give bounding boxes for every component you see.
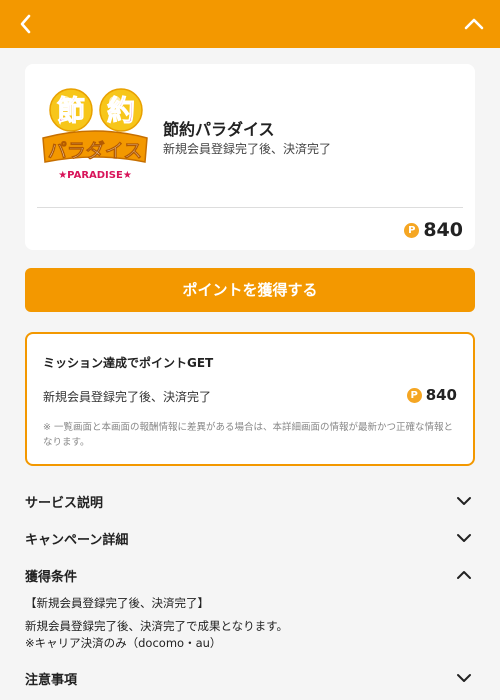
get-points-button[interactable]: ポイントを獲得する	[25, 268, 475, 312]
mission-points-value: 840	[425, 386, 457, 404]
logo-katakana: パラダイス	[48, 139, 142, 162]
chevron-up-icon[interactable]	[462, 12, 486, 36]
acquisition-conditions-body: 【新規会員登録完了後、決済完了】 新規会員登録完了後、決済完了で成果となります。…	[25, 595, 475, 652]
acquisition-line-2: 新規会員登録完了後、決済完了で成果となります。	[25, 619, 289, 633]
accordion-campaign-details[interactable]: キャンペーン詳細	[25, 527, 475, 551]
mission-note: ※ 一覧画面と本画面の報酬情報に差異がある場合は、本詳細画面の情報が最新かつ正確…	[43, 422, 453, 448]
logo-char-1: 節	[57, 94, 85, 127]
service-points-value: 840	[423, 219, 463, 241]
chevron-up-icon	[457, 571, 471, 579]
service-card: 節 約 パラダイス ★PARADISE★ 節約パラダイス 新規会員登録完了後、決…	[25, 64, 475, 250]
chevron-down-icon	[457, 674, 471, 682]
chevron-down-icon	[457, 497, 471, 505]
point-coin-icon: P	[406, 387, 422, 403]
accordion-label: キャンペーン詳細	[25, 533, 129, 548]
chevron-down-icon	[457, 534, 471, 542]
logo-english: ★PARADISE★	[58, 170, 132, 181]
accordion-notes[interactable]: 注意事項	[25, 667, 475, 691]
service-subtitle: 新規会員登録完了後、決済完了	[163, 142, 332, 156]
accordion-service-description[interactable]: サービス説明	[25, 490, 475, 514]
accordion-acquisition-conditions[interactable]: 獲得条件	[25, 564, 475, 588]
service-logo: 節 約 パラダイス ★PARADISE★	[42, 88, 148, 181]
service-name: 節約パラダイス	[163, 120, 275, 139]
mission-row-label: 新規会員登録完了後、決済完了	[43, 390, 212, 404]
acquisition-line-3: ※キャリア決済のみ（docomo・au）	[25, 636, 222, 650]
mission-title: ミッション達成でポイントGET	[43, 356, 214, 370]
accordion-label: サービス説明	[25, 496, 104, 511]
logo-char-2: 約	[107, 94, 135, 127]
acquisition-line-1: 【新規会員登録完了後、決済完了】	[25, 596, 209, 610]
accordion-label: 注意事項	[25, 673, 78, 688]
service-points: P 840	[404, 219, 463, 241]
mission-box: ミッション達成でポイントGET 新規会員登録完了後、決済完了 P 840 ※ 一…	[25, 332, 475, 466]
back-arrow-icon[interactable]	[14, 12, 38, 36]
top-bar	[0, 0, 500, 48]
accordion-label: 獲得条件	[25, 570, 78, 585]
mission-row-points: P 840	[406, 386, 457, 404]
point-coin-icon: P	[404, 222, 420, 238]
card-divider	[37, 207, 463, 208]
